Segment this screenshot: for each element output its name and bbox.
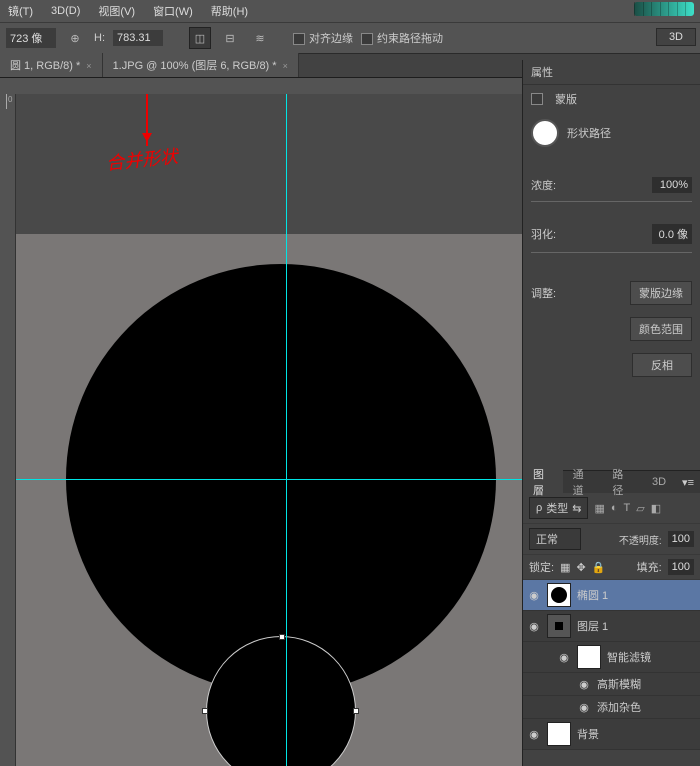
- lock-position-icon[interactable]: ✥: [576, 561, 585, 574]
- lock-pixels-icon[interactable]: ▦: [560, 561, 570, 574]
- anchor-handle[interactable]: [353, 708, 359, 714]
- layers-tabs: 图層 通道 路径 3D ▾≡: [523, 471, 700, 493]
- align-edges-checkbox[interactable]: 对齐边缘: [293, 30, 353, 46]
- menu-item[interactable]: 帮助(H): [211, 3, 248, 19]
- filter-adjust-icon[interactable]: ◐: [611, 502, 618, 514]
- blend-mode-dropdown[interactable]: 正常: [529, 528, 581, 550]
- options-bar: 723 像 ⊕ H: 783.31 ◫ ⊟ ≋ 对齐边缘 约束路径拖动: [0, 22, 700, 54]
- close-icon[interactable]: ×: [86, 61, 91, 71]
- layer-row[interactable]: ◉ 智能滤镜: [523, 642, 700, 673]
- layer-thumb[interactable]: [547, 583, 571, 607]
- link-icon[interactable]: ⊕: [64, 27, 86, 49]
- 3d-button[interactable]: 3D: [656, 28, 696, 46]
- annotation-text: 合并形状: [105, 142, 179, 175]
- layer-name: 智能滤镜: [607, 649, 651, 665]
- layer-name: 高斯模糊: [597, 676, 641, 692]
- mask-edge-button[interactable]: 蒙版边缘: [630, 281, 692, 305]
- tab-channels[interactable]: 通道: [563, 463, 603, 501]
- filter-pixel-icon[interactable]: ▦: [594, 502, 604, 515]
- pathop-arrange-icon[interactable]: ≋: [249, 27, 271, 49]
- menu-item[interactable]: 3D(D): [51, 5, 80, 17]
- menu-item[interactable]: 视图(V): [98, 3, 135, 19]
- visibility-icon[interactable]: ◉: [557, 651, 571, 664]
- visibility-icon[interactable]: ◉: [577, 701, 591, 714]
- workspace: 050100150200250300350400450500 合并形状: [0, 94, 522, 766]
- layer-row[interactable]: ◉ 背景: [523, 719, 700, 750]
- doc-tab[interactable]: 1.JPG @ 100% (图层 6, RGB/8) *×: [103, 53, 299, 77]
- guide-horizontal[interactable]: [16, 479, 522, 480]
- fill-label: 填充:: [637, 559, 662, 575]
- tab-3d[interactable]: 3D: [642, 473, 676, 491]
- density-input[interactable]: 100%: [652, 177, 692, 193]
- layers-list: ◉ 椭圆 1 ◉ 图层 1 ◉ 智能滤镜 ◉ 高斯模糊 ◉ 添加杂色 ◉ 背景: [523, 580, 700, 750]
- canvas[interactable]: 合并形状: [16, 94, 522, 766]
- anchor-handle[interactable]: [202, 708, 208, 714]
- anchor-handle[interactable]: [279, 634, 285, 640]
- color-range-button[interactable]: 颜色范围: [630, 317, 692, 341]
- feather-input[interactable]: 0.0 像: [652, 224, 692, 244]
- fill-input[interactable]: 100: [668, 559, 694, 575]
- layer-row[interactable]: ◉ 添加杂色: [523, 696, 700, 719]
- filter-shape-icon[interactable]: ▱: [636, 502, 644, 515]
- layer-name: 背景: [577, 726, 599, 742]
- width-input[interactable]: 723 像: [6, 28, 56, 48]
- lock-label: 锁定:: [529, 559, 554, 575]
- gpu-badge: [634, 2, 694, 16]
- opacity-input[interactable]: 100: [668, 531, 694, 547]
- ruler-vertical[interactable]: [0, 94, 16, 766]
- pathop-combine-icon[interactable]: ◫: [189, 27, 211, 49]
- shape-path-label: 形状路径: [567, 125, 611, 141]
- h-label: H:: [94, 32, 105, 44]
- tab-layers[interactable]: 图層: [523, 463, 563, 501]
- height-input[interactable]: 783.31: [113, 30, 163, 46]
- layer-row[interactable]: ◉ 椭圆 1: [523, 580, 700, 611]
- layer-name: 图层 1: [577, 618, 608, 634]
- properties-title: 属性: [523, 60, 700, 85]
- menubar: 镜(T) 3D(D) 视图(V) 窗口(W) 帮助(H): [0, 0, 700, 22]
- feather-label: 羽化:: [531, 226, 556, 242]
- visibility-icon[interactable]: ◉: [527, 589, 541, 602]
- mask-toggle[interactable]: [531, 93, 543, 105]
- invert-button[interactable]: 反相: [632, 353, 692, 377]
- layer-thumb[interactable]: [547, 614, 571, 638]
- layer-thumb[interactable]: [547, 722, 571, 746]
- layer-row[interactable]: ◉ 图层 1: [523, 611, 700, 642]
- adjust-label: 调整:: [531, 285, 556, 301]
- mask-thumb-icon[interactable]: [531, 119, 559, 147]
- filter-text-icon[interactable]: T: [624, 502, 631, 514]
- layer-row[interactable]: ◉ 高斯模糊: [523, 673, 700, 696]
- guide-vertical[interactable]: [286, 94, 287, 766]
- panels-right: 属性 蒙版 形状路径 浓度: 100% 羽化: 0.0 像 调整: 蒙版边缘 颜色范围…: [522, 60, 700, 766]
- doc-tab[interactable]: 圆 1, RGB/8) *×: [0, 53, 103, 77]
- layer-thumb[interactable]: [577, 645, 601, 669]
- layer-name: 椭圆 1: [577, 587, 608, 603]
- annotation-arrow: [146, 94, 148, 146]
- menu-item[interactable]: 镜(T): [8, 3, 33, 19]
- menu-item[interactable]: 窗口(W): [153, 3, 193, 19]
- filter-type-dropdown[interactable]: ρ 类型 ⇆: [529, 497, 588, 519]
- visibility-icon[interactable]: ◉: [577, 678, 591, 691]
- layers-panel: 图層 通道 路径 3D ▾≡ ρ 类型 ⇆ ▦ ◐ T ▱ ◧ 正常 不透明度:…: [523, 470, 700, 766]
- visibility-icon[interactable]: ◉: [527, 728, 541, 741]
- visibility-icon[interactable]: ◉: [527, 620, 541, 633]
- lock-all-icon[interactable]: 🔒: [592, 561, 606, 574]
- mask-label: 蒙版: [555, 91, 577, 107]
- density-label: 浓度:: [531, 177, 556, 193]
- filter-smart-icon[interactable]: ◧: [651, 502, 661, 515]
- close-icon[interactable]: ×: [283, 61, 288, 71]
- tab-paths[interactable]: 路径: [602, 463, 642, 501]
- pathop-align-icon[interactable]: ⊟: [219, 27, 241, 49]
- constrain-checkbox[interactable]: 约束路径拖动: [361, 30, 443, 46]
- opacity-label: 不透明度:: [619, 532, 662, 547]
- layer-name: 添加杂色: [597, 699, 641, 715]
- panel-menu-icon[interactable]: ▾≡: [676, 476, 700, 489]
